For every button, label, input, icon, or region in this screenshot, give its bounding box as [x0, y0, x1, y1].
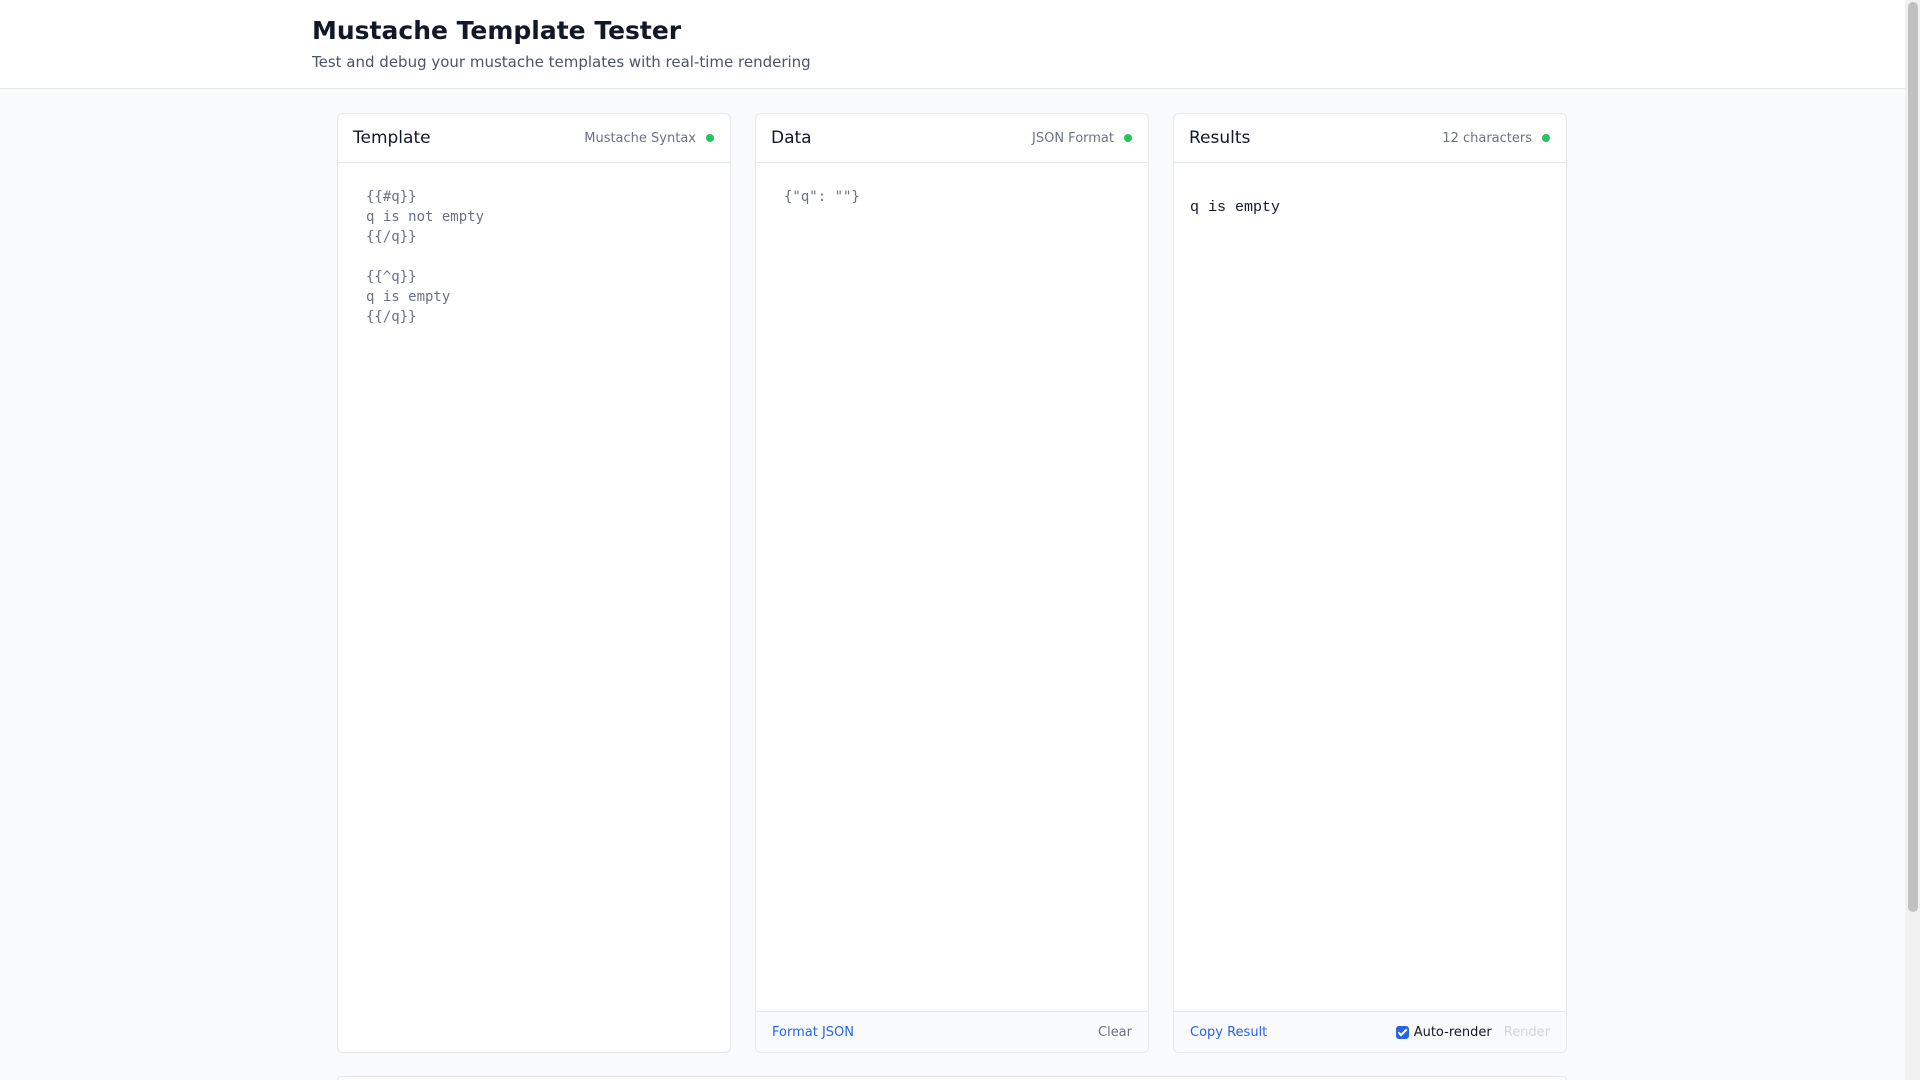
results-status-label: 12 characters	[1442, 130, 1532, 146]
data-status: JSON Format	[1032, 131, 1132, 146]
next-panel-edge	[337, 1076, 1567, 1080]
data-status-label: JSON Format	[1032, 130, 1114, 146]
copy-result-button[interactable]: Copy Result	[1190, 1025, 1267, 1040]
auto-render-label: Auto-render	[1413, 1024, 1492, 1040]
data-panel-title: Data	[771, 128, 812, 148]
template-panel-title: Template	[353, 128, 431, 148]
results-panel-header: Results 12 characters	[1174, 114, 1566, 163]
template-panel-header: Template Mustache Syntax	[338, 114, 730, 163]
data-panel-footer: Format JSON Clear	[756, 1011, 1148, 1052]
auto-render-toggle[interactable]: Auto-render	[1395, 1024, 1492, 1040]
clear-button[interactable]: Clear	[1098, 1025, 1132, 1040]
status-dot-icon	[1542, 134, 1550, 142]
results-actions: Auto-render Render	[1395, 1024, 1550, 1040]
status-dot-icon	[1124, 134, 1132, 142]
results-panel: Results 12 characters q is empty Copy Re…	[1173, 113, 1567, 1053]
results-status: 12 characters	[1442, 131, 1550, 146]
page-subtitle: Test and debug your mustache templates w…	[312, 53, 811, 71]
results-panel-title: Results	[1189, 128, 1251, 148]
rendered-output: q is empty	[1190, 199, 1281, 216]
template-status: Mustache Syntax	[584, 131, 714, 146]
app-header: Mustache Template Tester Test and debug …	[0, 0, 1905, 89]
template-panel: Template Mustache Syntax {{#q}} q is not…	[337, 113, 731, 1053]
data-panel: Data JSON Format {"q": ""} Format JSON C…	[755, 113, 1149, 1053]
status-dot-icon	[706, 134, 714, 142]
template-editor[interactable]: {{#q}} q is not empty {{/q}} {{^q}} q is…	[366, 187, 706, 1017]
data-editor[interactable]: {"q": ""}	[784, 187, 1124, 987]
results-panel-footer: Copy Result Auto-render Render	[1174, 1011, 1566, 1052]
format-json-button[interactable]: Format JSON	[772, 1025, 854, 1040]
page-title: Mustache Template Tester	[312, 16, 682, 45]
scrollbar-thumb[interactable]	[1908, 2, 1918, 912]
template-status-label: Mustache Syntax	[584, 130, 696, 146]
data-panel-header: Data JSON Format	[756, 114, 1148, 163]
checkbox-checked-icon[interactable]	[1395, 1025, 1409, 1039]
render-button[interactable]: Render	[1504, 1025, 1550, 1040]
